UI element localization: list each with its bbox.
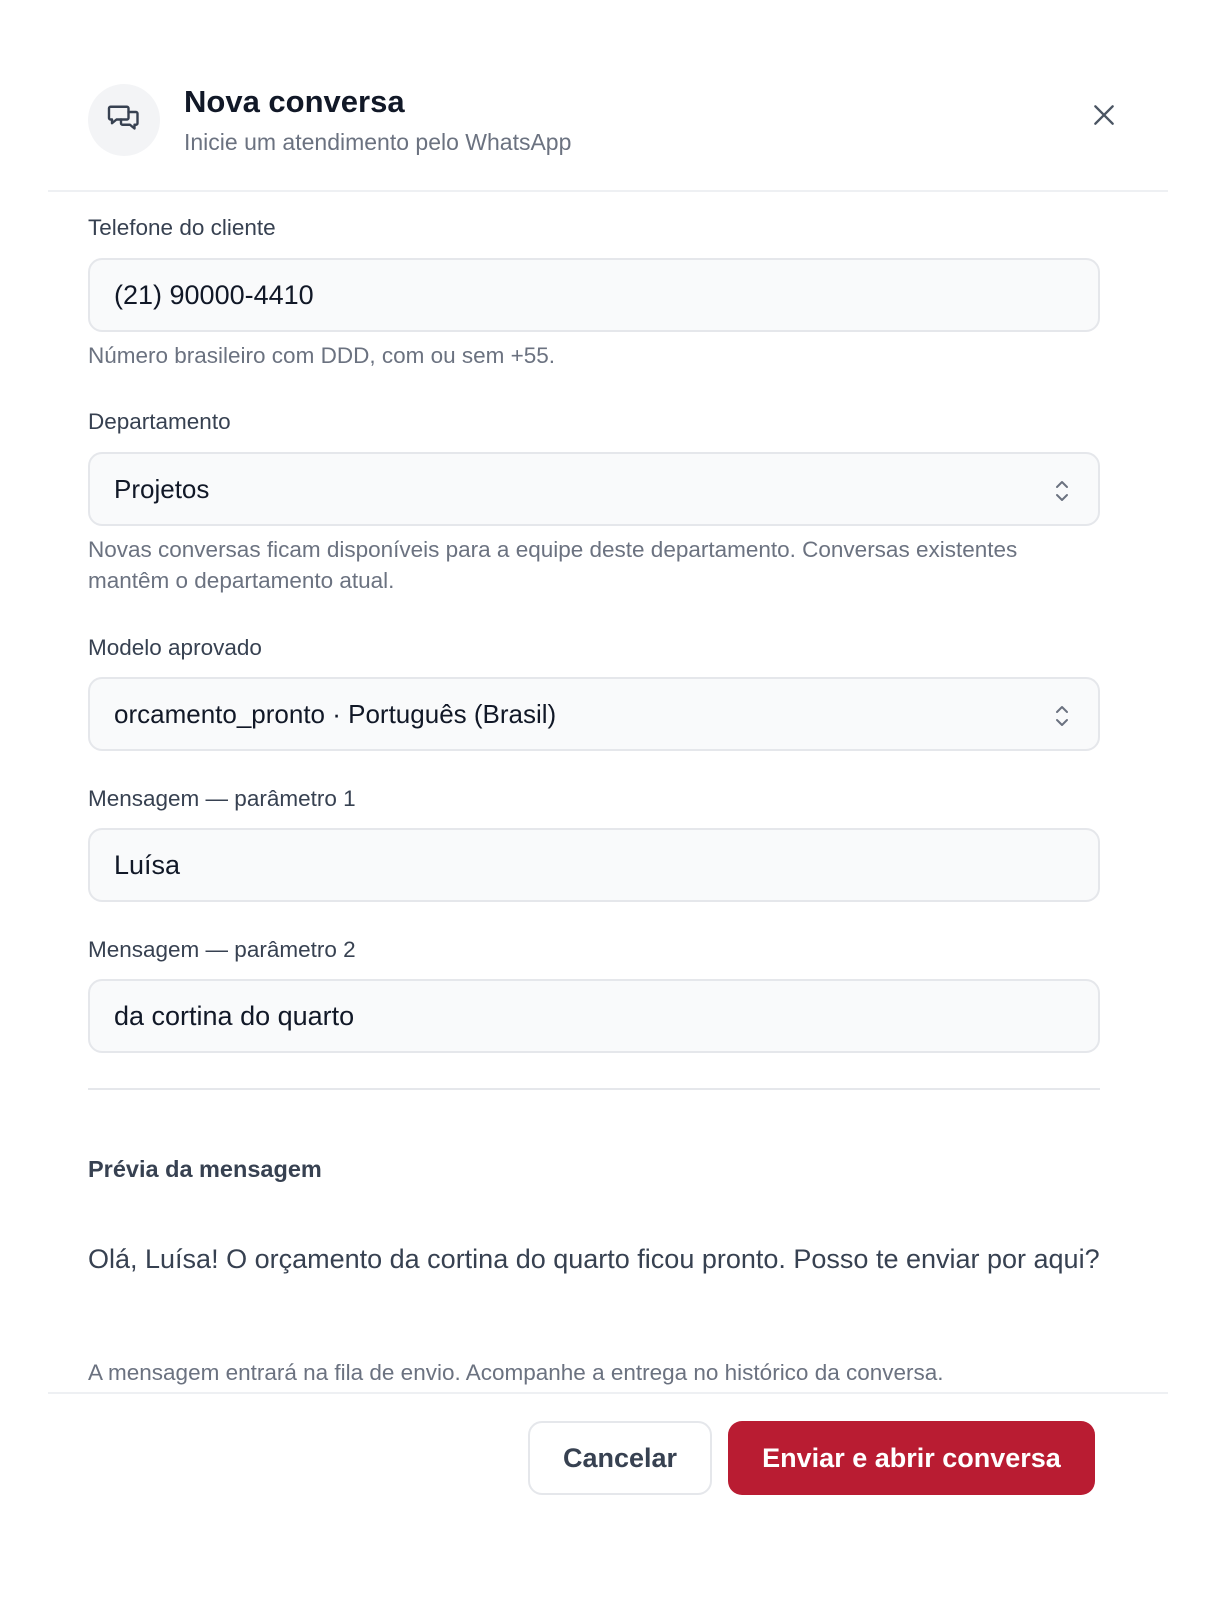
- dialog-header: Nova conversa Inicie um atendimento pelo…: [48, 48, 1168, 192]
- chat-bubbles-icon: [106, 100, 142, 141]
- dialog-subtitle: Inicie um atendimento pelo WhatsApp: [184, 129, 572, 155]
- phone-input[interactable]: [114, 279, 1098, 311]
- close-icon: [1091, 102, 1117, 131]
- send-queue-note: A mensagem entrará na fila de envio. Aco…: [88, 1360, 944, 1385]
- header-icon-badge: [88, 84, 160, 156]
- param1-input[interactable]: [114, 849, 1098, 881]
- preview-message-text: Olá, Luísa! O orçamento da cortina do qu…: [88, 1244, 1100, 1274]
- phone-label: Telefone do cliente: [88, 215, 276, 240]
- section-divider: [88, 1088, 1100, 1090]
- dialog-title: Nova conversa: [184, 84, 405, 119]
- param2-field[interactable]: [88, 979, 1100, 1053]
- param1-label: Mensagem — parâmetro 1: [88, 786, 356, 811]
- chevron-up-down-icon: [1052, 703, 1072, 729]
- footer-divider: [48, 1392, 1168, 1394]
- department-label: Departamento: [88, 409, 231, 434]
- template-select[interactable]: orcamento_pronto · Português (Brasil): [88, 677, 1100, 751]
- param2-label: Mensagem — parâmetro 2: [88, 937, 356, 962]
- template-label: Modelo aprovado: [88, 635, 262, 660]
- new-conversation-dialog: Nova conversa Inicie um atendimento pelo…: [48, 48, 1168, 1568]
- cancel-button[interactable]: Cancelar: [528, 1421, 712, 1495]
- param2-input[interactable]: [114, 1000, 1098, 1032]
- close-button[interactable]: [1084, 96, 1124, 136]
- template-selected-value: orcamento_pronto · Português (Brasil): [114, 698, 557, 729]
- send-and-open-button[interactable]: Enviar e abrir conversa: [728, 1421, 1095, 1495]
- preview-title: Prévia da mensagem: [88, 1156, 322, 1182]
- department-select[interactable]: Projetos: [88, 452, 1100, 526]
- phone-field[interactable]: [88, 258, 1100, 332]
- department-help-text: Novas conversas ficam disponíveis para a…: [88, 537, 1018, 593]
- department-selected-value: Projetos: [114, 473, 210, 504]
- phone-help-text: Número brasileiro com DDD, com ou sem +5…: [88, 343, 556, 368]
- chevron-up-down-icon: [1052, 478, 1072, 504]
- param1-field[interactable]: [88, 828, 1100, 902]
